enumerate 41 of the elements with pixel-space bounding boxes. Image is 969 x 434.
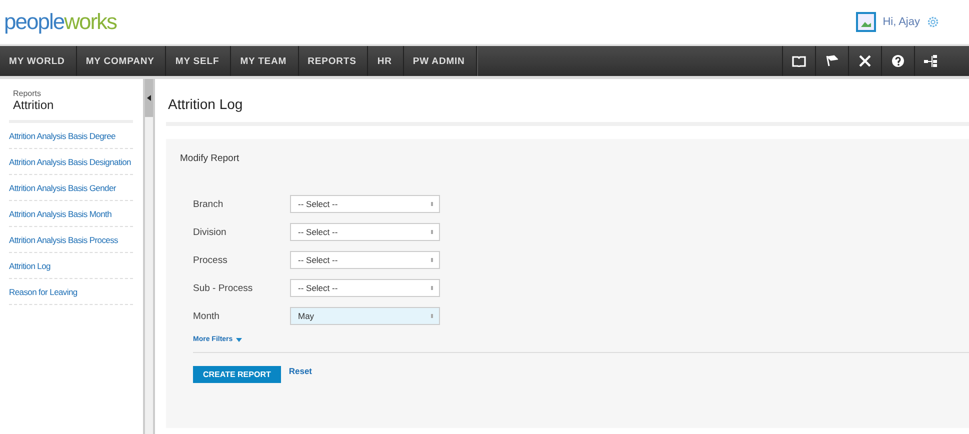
select-field[interactable]: -- Select -- [290, 251, 440, 269]
nav-tab[interactable]: MY COMPANY [76, 46, 166, 76]
create-report-button[interactable]: CREATE REPORT [193, 366, 281, 383]
nav-tab[interactable]: REPORTS [298, 46, 368, 76]
select-field[interactable]: -- Select -- [290, 195, 440, 213]
field-label: Sub - Process [193, 282, 254, 294]
breadcrumb: Reports [12, 89, 42, 98]
caret-icon[interactable] [236, 337, 242, 342]
select-field[interactable]: -- Select -- [290, 279, 440, 297]
flag-icon [826, 55, 838, 67]
collapse-handle[interactable] [145, 79, 153, 117]
sidebar-title: Attrition [12, 98, 55, 112]
nav-tab[interactable]: PW ADMIN [404, 46, 477, 76]
help-icon [892, 55, 904, 67]
sidebar-link[interactable]: Reason for Leaving [9, 279, 133, 305]
field-label: Branch [193, 198, 224, 210]
field-label: Process [193, 254, 228, 266]
page-title: Attrition Log [166, 79, 969, 126]
sidebar-link[interactable]: Attrition Analysis Basis Gender [9, 175, 133, 201]
sidebar-link[interactable]: Attrition Analysis Basis Degree [9, 123, 133, 149]
field-label: Month [193, 310, 220, 322]
user-greeting[interactable]: Hi, Ajay [882, 16, 920, 28]
field-label: Division [193, 226, 228, 238]
sidebar-link[interactable]: Attrition Analysis Basis Month [9, 201, 133, 227]
sidebar-link[interactable]: Attrition Analysis Basis Process [9, 227, 133, 253]
hierarchy-icon [924, 55, 938, 67]
sidebar-link[interactable]: Attrition Analysis Basis Designation [9, 149, 133, 175]
nav-tab[interactable]: MY SELF [166, 46, 232, 76]
nav-tab[interactable]: HR [368, 46, 404, 76]
sidebar-link[interactable]: Attrition Log [9, 253, 133, 279]
select-field[interactable]: -- Select -- [290, 223, 440, 241]
select-field[interactable]: May [290, 307, 440, 325]
settings-icon[interactable] [927, 16, 939, 28]
reset-link[interactable]: Reset [288, 366, 312, 376]
tools-icon [859, 55, 871, 67]
logo: peopleworks [4, 9, 117, 35]
panel-title: Modify Report [180, 153, 240, 164]
avatar-image[interactable] [856, 12, 876, 32]
nav-tab[interactable]: MY TEAM [231, 46, 299, 76]
nav-tab[interactable]: MY WORLD [0, 46, 77, 76]
book-icon [792, 55, 806, 67]
